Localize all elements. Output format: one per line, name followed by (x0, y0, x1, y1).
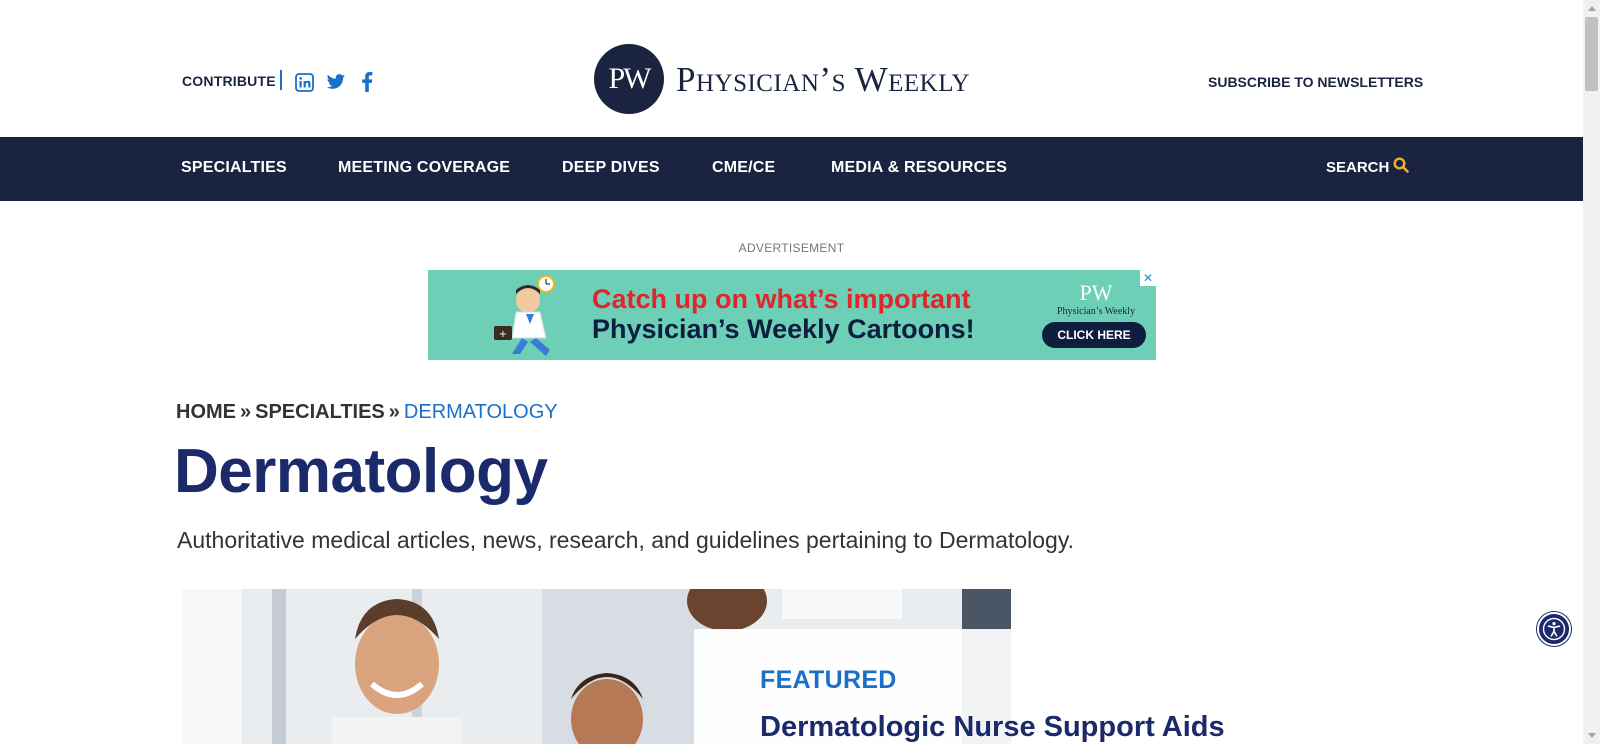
scrollbar-thumb[interactable] (1585, 17, 1598, 91)
linkedin-icon[interactable] (294, 72, 314, 92)
breadcrumb-separator: » (240, 401, 252, 423)
ad-subheadline: Physician’s Weekly Cartoons! (592, 314, 975, 344)
search-icon (1393, 157, 1410, 177)
breadcrumb-current: DERMATOLOGY (403, 401, 558, 423)
featured-label: FEATURED (760, 666, 897, 694)
logo-wordmark[interactable]: Physician’s Weekly (676, 60, 970, 100)
ad-click-here-button[interactable]: CLICK HERE (1042, 322, 1146, 348)
logo-monogram[interactable]: PW (594, 44, 664, 114)
scroll-up-arrow-icon[interactable] (1583, 0, 1600, 17)
breadcrumb-specialties[interactable]: SPECIALTIES (255, 401, 385, 423)
facebook-icon[interactable] (357, 72, 377, 92)
featured-article-title[interactable]: Dermatologic Nurse Support Aids (760, 711, 1225, 744)
cartoon-doctor-image: + (488, 274, 578, 358)
nav-item-meeting-coverage[interactable]: MEETING COVERAGE (338, 159, 510, 177)
breadcrumb-separator: » (388, 401, 400, 423)
ad-headline: Catch up on what’s important (592, 284, 971, 314)
breadcrumb: HOME» SPECIALTIES» DERMATOLOGY (176, 401, 558, 424)
twitter-icon[interactable] (326, 72, 346, 92)
page-description: Authoritative medical articles, news, re… (177, 527, 1075, 553)
nav-item-deep-dives[interactable]: DEEP DIVES (562, 159, 660, 177)
ad-logo-name: Physician’s Weekly (1056, 306, 1136, 317)
site-header: CONTRIBUTE PW Physician’s Weekly SUBSCRI… (0, 0, 1583, 137)
main-nav: SPECIALTIES MEETING COVERAGE DEEP DIVES … (0, 137, 1583, 201)
search-button[interactable]: SEARCH (1326, 157, 1410, 177)
breadcrumb-home[interactable]: HOME (176, 401, 236, 423)
ad-close-icon[interactable]: ✕ (1140, 270, 1156, 286)
scroll-down-arrow-icon[interactable] (1583, 727, 1600, 744)
vertical-scrollbar[interactable] (1583, 0, 1600, 744)
accessibility-icon[interactable] (1537, 612, 1571, 646)
ad-logo: PW Physician’s Weekly (1054, 280, 1138, 317)
ad-banner[interactable]: + Catch up on what’s important Physician… (428, 270, 1156, 360)
page-title: Dermatology (174, 437, 548, 506)
contribute-link[interactable]: CONTRIBUTE (182, 73, 276, 89)
nav-item-cme-ce[interactable]: CME/CE (712, 159, 775, 177)
nav-item-media-resources[interactable]: MEDIA & RESOURCES (831, 159, 1007, 177)
header-divider (280, 70, 282, 90)
subscribe-newsletters-link[interactable]: SUBSCRIBE TO NEWSLETTERS (1208, 74, 1423, 90)
nav-item-specialties[interactable]: SPECIALTIES (181, 159, 287, 177)
advertisement-label: ADVERTISEMENT (738, 241, 845, 255)
svg-text:+: + (499, 329, 507, 340)
search-label: SEARCH (1326, 158, 1390, 176)
ad-logo-monogram: PW (1079, 280, 1113, 305)
